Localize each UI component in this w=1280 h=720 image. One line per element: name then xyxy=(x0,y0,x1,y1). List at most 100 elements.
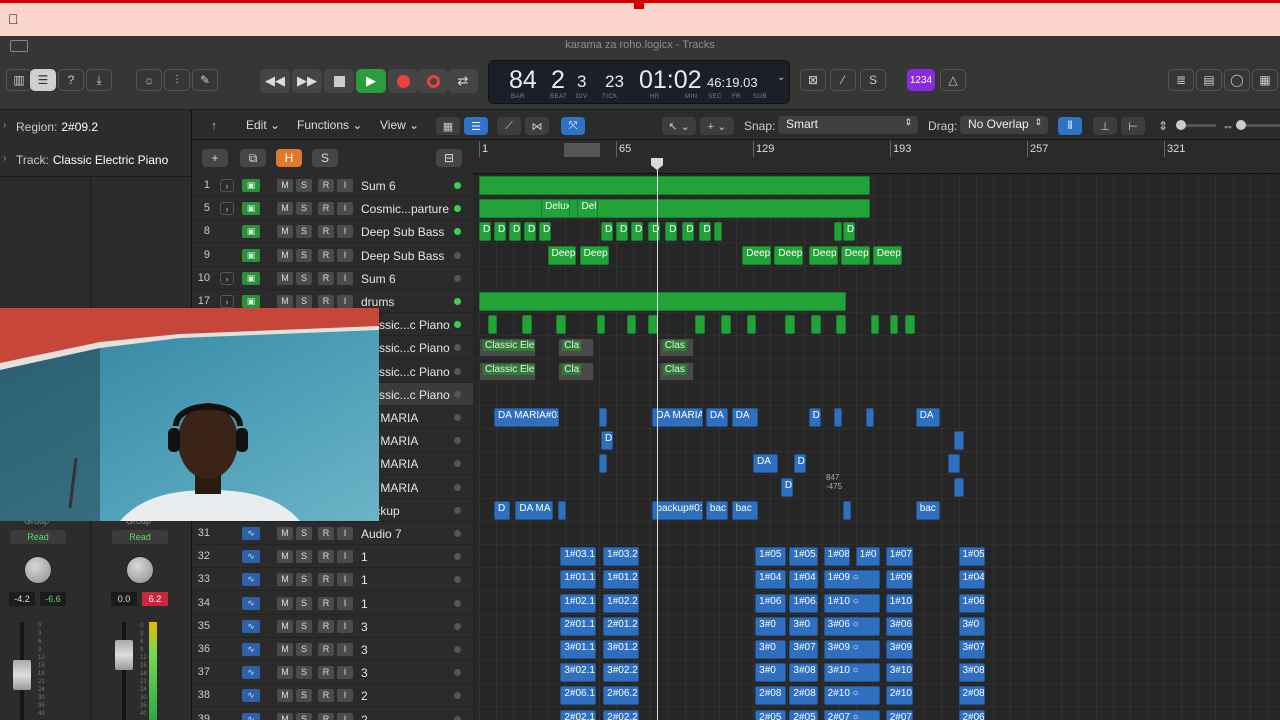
audio-region[interactable]: 3#10 ○ xyxy=(823,663,881,683)
audio-region[interactable]: 1#06 xyxy=(755,593,787,613)
audio-region[interactable]: 3#0 xyxy=(958,616,986,636)
audio-region[interactable]: 2#08 xyxy=(958,686,986,706)
midi-region[interactable] xyxy=(785,315,795,335)
midi-region[interactable] xyxy=(836,315,847,335)
audio-region[interactable]: 3#01.2 xyxy=(603,640,639,659)
audio-region[interactable]: 3#08 xyxy=(958,663,986,683)
add-track-button[interactable]: + xyxy=(202,149,228,167)
midi-region[interactable]: D xyxy=(682,222,695,242)
secondary-tool-icon[interactable]: + ⌄ xyxy=(700,117,734,135)
midi-region[interactable]: Deep xyxy=(808,245,838,265)
audio-region[interactable]: 1#04 xyxy=(789,570,819,590)
track-lane[interactable] xyxy=(473,220,1280,244)
midi-region[interactable] xyxy=(890,315,898,335)
track-name[interactable]: 3 xyxy=(361,643,453,657)
audio-region[interactable]: 1#02.2 xyxy=(603,593,639,613)
mute-button[interactable]: M xyxy=(277,271,293,285)
mute-button[interactable]: M xyxy=(277,643,293,656)
track-name[interactable]: Sum 6 xyxy=(361,179,453,193)
mute-button[interactable]: M xyxy=(277,666,293,680)
track-name[interactable]: Cosmic...parture xyxy=(361,202,453,216)
global-solo-button[interactable]: S xyxy=(312,149,338,167)
loop-browser-icon[interactable]: ◯ xyxy=(1224,69,1250,91)
audio-region[interactable]: 1#04 xyxy=(958,570,986,590)
track-lane[interactable] xyxy=(473,429,1280,453)
midi-region[interactable] xyxy=(870,315,879,335)
audio-region[interactable] xyxy=(954,431,964,451)
replace-icon[interactable]: ⊠ xyxy=(800,69,826,91)
list-view-icon[interactable]: ☰ xyxy=(464,117,488,135)
audio-region[interactable]: 3#07 xyxy=(789,640,819,659)
audio-region[interactable]: 2#01.2 xyxy=(603,616,639,636)
audio-region[interactable]: 2#08 xyxy=(755,686,787,706)
inspector-toggle-icon[interactable]: ☰ xyxy=(30,69,56,91)
midi-region[interactable] xyxy=(521,315,532,335)
input-monitor-button[interactable]: I xyxy=(337,248,353,262)
solo-button[interactable]: S xyxy=(296,550,312,564)
record-enable-button[interactable]: R xyxy=(318,179,334,192)
record-enable-button[interactable]: R xyxy=(318,527,334,540)
midi-region[interactable]: D xyxy=(538,222,551,242)
solo-button[interactable]: S xyxy=(296,689,312,703)
audio-region[interactable]: 2#02.1 xyxy=(560,709,596,720)
library-icon[interactable]: ▥ xyxy=(6,69,32,91)
solo-button[interactable]: S xyxy=(296,596,312,610)
solo-button[interactable]: S xyxy=(296,619,312,633)
mute-button[interactable]: M xyxy=(277,712,293,720)
track-lane[interactable] xyxy=(473,360,1280,383)
mute-button[interactable]: M xyxy=(277,619,293,633)
audio-region[interactable]: 3#0 xyxy=(755,663,787,683)
audio-region[interactable]: 1#03.1 xyxy=(560,547,596,567)
audio-region[interactable] xyxy=(866,408,875,427)
midi-region[interactable]: D xyxy=(699,222,712,242)
track-row[interactable]: 36 ∿ M S R I 3 xyxy=(192,638,473,661)
track-row[interactable]: 32 ∿ M S R I 1 xyxy=(192,545,473,569)
audio-region[interactable]: bac xyxy=(705,500,729,520)
audio-region[interactable]: D xyxy=(808,408,821,427)
track-row[interactable]: 10 › ▣ M S R I Sum 6 xyxy=(192,267,473,290)
audio-region[interactable]: D xyxy=(793,454,806,474)
input-monitor-button[interactable]: I xyxy=(337,179,353,192)
input-monitor-button[interactable]: I xyxy=(337,689,353,703)
functions-menu[interactable]: Functions ⌄ xyxy=(291,117,368,135)
capture-record-button[interactable] xyxy=(418,69,448,93)
track-name[interactable]: 1 xyxy=(361,573,453,587)
track-row[interactable]: 38 ∿ M S R I 2 xyxy=(192,684,473,708)
horizontal-zoom-knob[interactable] xyxy=(1236,120,1246,130)
audio-region[interactable] xyxy=(947,454,960,474)
input-monitor-button[interactable]: I xyxy=(337,295,353,308)
mute-button[interactable]: M xyxy=(277,179,293,192)
audio-region[interactable]: 1#09. xyxy=(885,570,913,590)
lcd-chevron-icon[interactable]: ⌄ xyxy=(777,72,785,83)
track-row[interactable]: 8 ▣ M S R I Deep Sub Bass xyxy=(192,220,473,244)
stack-disclosure-icon[interactable]: › xyxy=(220,202,234,216)
audio-region[interactable]: 1#01.2 xyxy=(603,570,639,590)
audio-region[interactable]: D xyxy=(601,431,613,451)
midi-region[interactable]: Clas xyxy=(658,338,695,358)
audio-region[interactable]: 3#09 ○ xyxy=(823,640,881,659)
count-in-button[interactable]: 1234 xyxy=(907,69,935,91)
solo-button[interactable]: S xyxy=(296,712,312,720)
track-row[interactable]: 1 › ▣ M S R I Sum 6 xyxy=(192,174,473,197)
midi-region[interactable]: Deep xyxy=(840,245,870,265)
track-row[interactable]: 31 ∿ M S R I Audio 7 xyxy=(192,522,473,545)
track-lane[interactable] xyxy=(473,499,1280,522)
stack-disclosure-icon[interactable]: › xyxy=(220,179,234,192)
midi-region[interactable] xyxy=(556,315,566,335)
stack-disclosure-icon[interactable]: › xyxy=(220,271,234,285)
record-enable-button[interactable]: R xyxy=(318,271,334,285)
audio-region[interactable]: 1#05 xyxy=(958,547,986,567)
audio-region[interactable]: 2#10. xyxy=(885,686,913,706)
pointer-tool-icon[interactable]: ↖ ⌄ xyxy=(662,117,696,135)
fit-vertical-icon[interactable]: ⊥ xyxy=(1093,117,1117,135)
snap-select[interactable]: Smart ⇕ xyxy=(778,116,918,134)
input-monitor-button[interactable]: I xyxy=(337,712,353,720)
audio-region[interactable]: 1#08 xyxy=(823,547,851,567)
solo-button[interactable]: S xyxy=(296,573,312,587)
audio-region[interactable]: bac xyxy=(915,500,941,520)
audio-region[interactable]: DA MARIA#03 xyxy=(493,408,560,427)
audio-region[interactable]: 1#01.1 xyxy=(560,570,596,590)
audio-region[interactable]: 3#06 xyxy=(885,616,913,636)
stack-disclosure-icon[interactable]: › xyxy=(220,295,234,308)
audio-region[interactable]: backup#01 xyxy=(652,500,703,520)
